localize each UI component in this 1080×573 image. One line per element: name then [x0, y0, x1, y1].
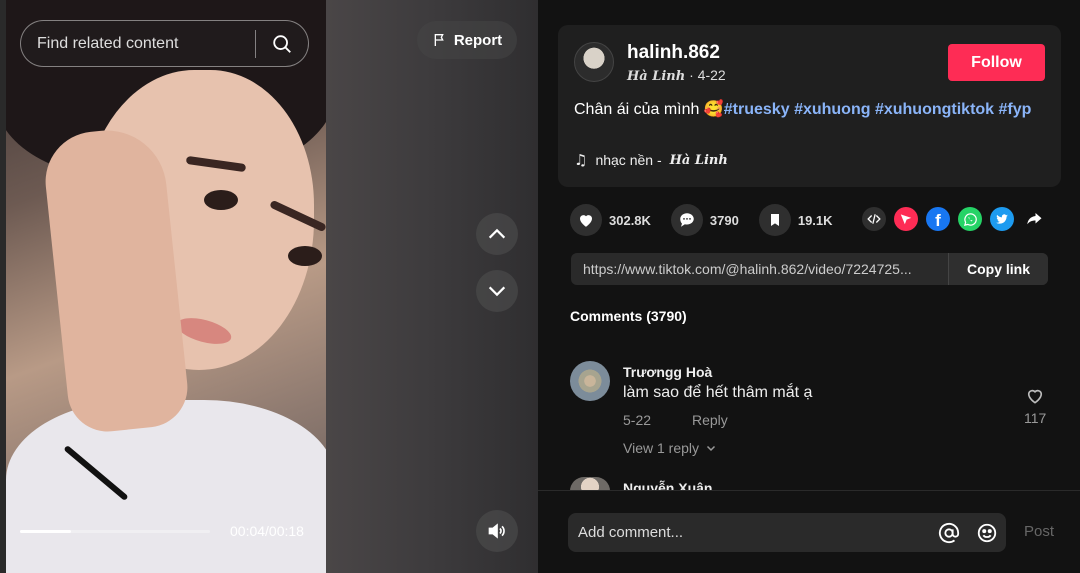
save-count: 19.1K — [797, 212, 833, 228]
like-button[interactable]: 302.8K — [570, 204, 651, 236]
video-progress-bar[interactable] — [20, 530, 210, 533]
search-button[interactable] — [256, 21, 308, 66]
video-figure-eye — [204, 190, 238, 210]
send-icon — [900, 214, 912, 225]
like-circle — [570, 204, 602, 236]
share-twitter-button[interactable] — [990, 207, 1014, 231]
twitter-icon — [996, 214, 1008, 224]
comment-date: 5-22 — [623, 412, 652, 428]
post-comment-button[interactable]: Post — [1024, 523, 1054, 540]
volume-icon — [488, 523, 505, 539]
author-card: halinh.862 𝑯𝒂̀ 𝑳𝒊𝒏𝒉 · 4-22 Follow Chân á… — [558, 25, 1061, 187]
music-link[interactable]: ♫ nhạc nền - 𝑯𝒂̀ 𝑳𝒊𝒏𝒉 — [574, 151, 728, 169]
like-count: 302.8K — [609, 212, 651, 228]
save-circle — [758, 204, 791, 236]
author-username[interactable]: halinh.862 — [627, 42, 720, 64]
comment-input-wrap — [568, 513, 1006, 552]
author-subtitle: 𝑯𝒂̀ 𝑳𝒊𝒏𝒉 · 4-22 — [627, 67, 726, 84]
emoji-button[interactable] — [968, 514, 1006, 552]
music-artist: 𝑯𝒂̀ 𝑳𝒊𝒏𝒉 — [669, 152, 728, 168]
video-frame[interactable] — [6, 0, 326, 573]
comment-like-count: 117 — [1024, 410, 1047, 426]
author-separator: · — [689, 67, 698, 83]
video-figure-eye — [288, 246, 322, 266]
music-note-icon: ♫ — [574, 151, 588, 169]
heart-icon — [580, 215, 592, 227]
report-button[interactable]: Report — [417, 21, 517, 59]
post-date: 4-22 — [697, 67, 726, 83]
video-player[interactable]: Report 00:04/00:18 — [0, 0, 538, 573]
embed-code-icon — [867, 214, 881, 224]
video-time: 00:04/00:18 — [230, 523, 304, 539]
comments-title: Comments (3790) — [570, 308, 687, 324]
comment-avatar[interactable] — [570, 477, 610, 491]
comment-button[interactable]: 3790 — [670, 204, 739, 236]
comment-input[interactable] — [568, 524, 930, 541]
whatsapp-icon — [963, 212, 977, 226]
chevron-down-icon — [488, 286, 506, 297]
hashtag-link[interactable]: #truesky — [724, 101, 790, 118]
mention-button[interactable] — [930, 514, 968, 552]
chevron-down-icon — [706, 445, 716, 452]
share-facebook-button[interactable]: f — [926, 207, 950, 231]
comment-username[interactable]: Trươngg Hoà — [623, 364, 712, 380]
send-to-friends-button[interactable] — [894, 207, 918, 231]
facebook-icon: f — [935, 211, 941, 230]
share-row: f — [862, 207, 1046, 231]
share-arrow-icon — [1027, 213, 1042, 225]
comment-avatar[interactable] — [570, 361, 610, 401]
video-link-text[interactable]: https://www.tiktok.com/@halinh.862/video… — [571, 261, 948, 277]
share-whatsapp-button[interactable] — [958, 207, 982, 231]
comment-text: làm sao để hết thâm mắt ạ — [623, 384, 813, 401]
hashtag-link[interactable]: #fyp — [999, 101, 1032, 118]
follow-button[interactable]: Follow — [948, 44, 1045, 81]
chevron-up-icon — [488, 228, 506, 239]
embed-button[interactable] — [862, 207, 886, 231]
details-panel: halinh.862 𝑯𝒂̀ 𝑳𝒊𝒏𝒉 · 4-22 Follow Chân á… — [538, 0, 1080, 573]
save-button[interactable]: 19.1K — [758, 204, 833, 236]
hashtag-link[interactable]: #xuhuong — [794, 101, 870, 118]
comment-like-icon[interactable] — [1024, 386, 1046, 406]
comment-icon — [680, 213, 694, 227]
copy-link-button[interactable]: Copy link — [948, 253, 1048, 285]
video-link-row: https://www.tiktok.com/@halinh.862/video… — [571, 253, 1048, 285]
author-avatar[interactable] — [574, 42, 614, 82]
comment-reply-button[interactable]: Reply — [692, 412, 728, 428]
view-replies-button[interactable]: View 1 reply — [623, 440, 717, 456]
more-share-button[interactable] — [1022, 207, 1046, 231]
volume-button[interactable] — [476, 510, 518, 552]
caption-text: Chân ái của mình — [574, 101, 700, 118]
music-prefix: nhạc nền - — [595, 152, 662, 168]
emoji-icon — [977, 523, 997, 542]
caption-emoji: 🥰 — [703, 101, 724, 118]
search-icon — [273, 34, 291, 53]
next-video-button[interactable] — [476, 270, 518, 312]
flag-icon — [434, 34, 444, 46]
report-label: Report — [453, 31, 503, 49]
video-progress-fill — [20, 530, 72, 533]
previous-video-button[interactable] — [476, 213, 518, 255]
video-figure-shirt — [6, 400, 326, 573]
video-caption: Chân ái của mình 🥰#truesky #xuhuong #xuh… — [574, 99, 1044, 121]
search-input[interactable] — [21, 34, 255, 53]
comment-composer: Post — [538, 490, 1080, 573]
comment-count: 3790 — [709, 212, 739, 228]
comment-circle — [670, 204, 703, 236]
at-sign-icon — [938, 522, 960, 543]
bookmark-icon — [770, 214, 779, 226]
action-bar: 302.8K 3790 19.1K — [570, 203, 853, 237]
search-box[interactable] — [20, 20, 309, 67]
view-replies-label: View 1 reply — [623, 440, 700, 456]
hashtag-link[interactable]: #xuhuongtiktok — [875, 101, 994, 118]
author-nickname: 𝑯𝒂̀ 𝑳𝒊𝒏𝒉 — [627, 69, 686, 84]
